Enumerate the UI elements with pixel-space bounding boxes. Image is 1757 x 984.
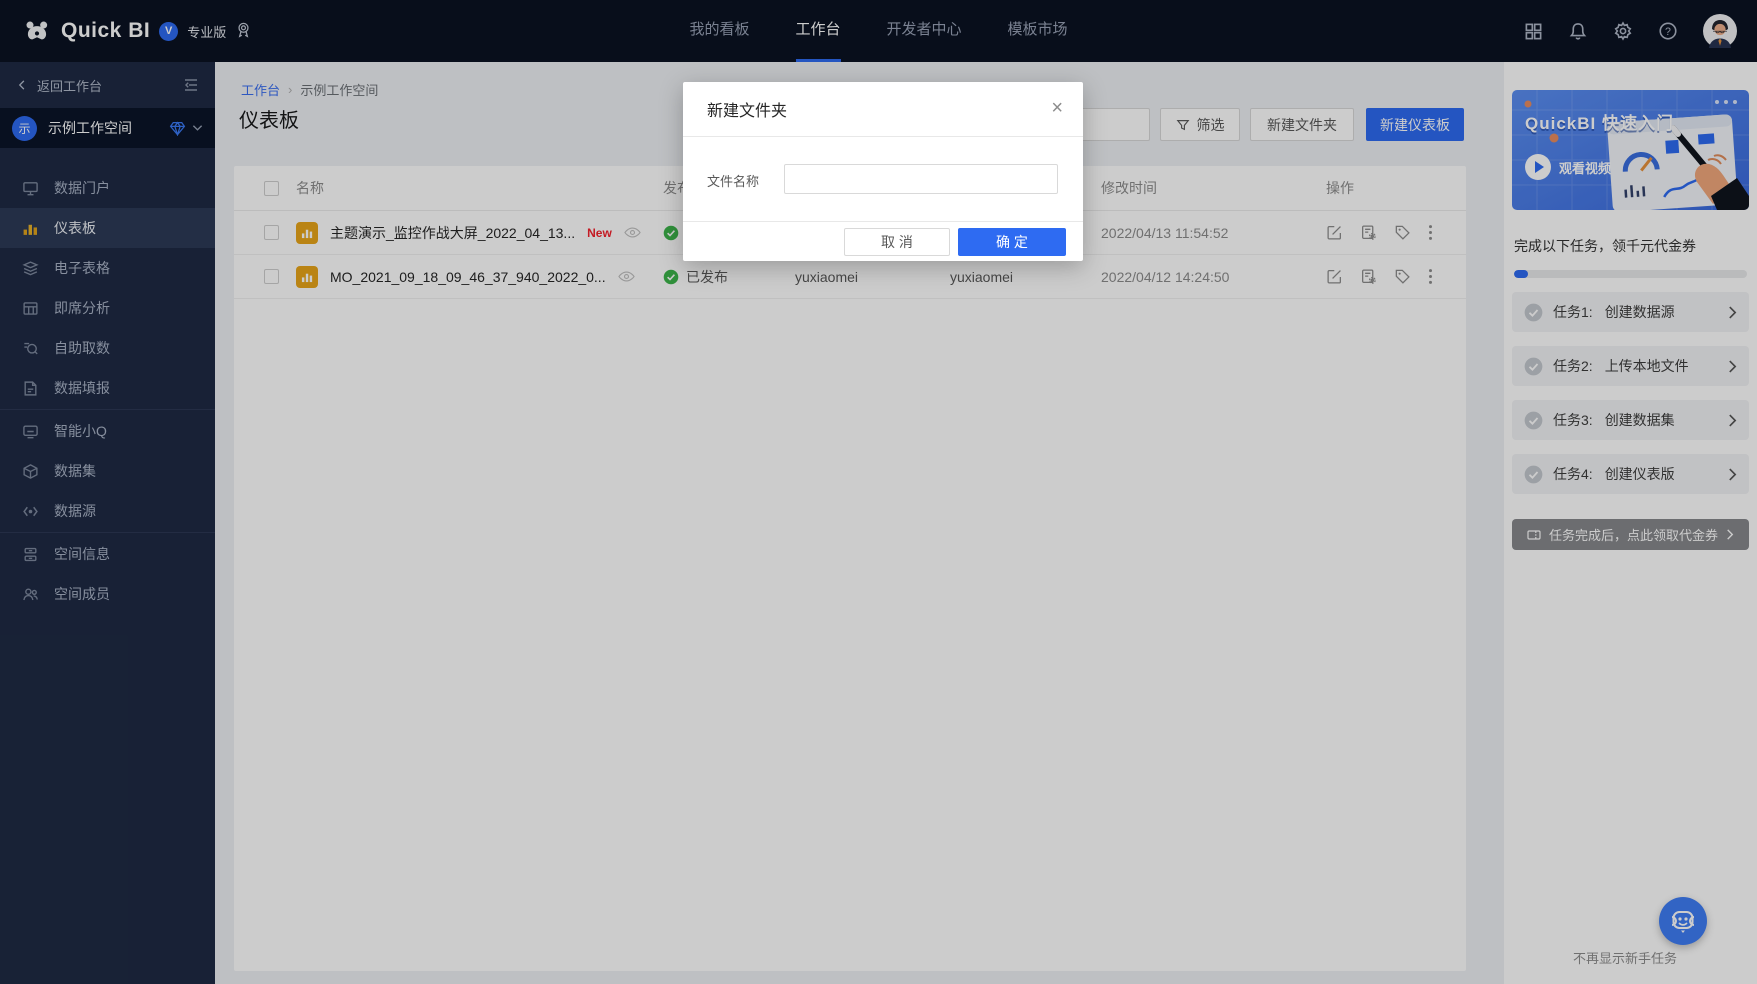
- modal-title: 新建文件夹: [707, 97, 787, 121]
- modal-body: 文件名称: [683, 137, 1083, 221]
- confirm-button[interactable]: 确 定: [958, 228, 1066, 256]
- folder-name-label: 文件名称: [707, 171, 759, 190]
- modal-footer: 取 消 确 定: [683, 221, 1083, 261]
- cancel-button[interactable]: 取 消: [844, 228, 950, 256]
- close-icon[interactable]: ×: [1047, 94, 1067, 122]
- modal-header: 新建文件夹: [683, 82, 1083, 137]
- new-folder-modal: 新建文件夹 × 文件名称 取 消 确 定: [683, 82, 1083, 261]
- folder-name-input[interactable]: [784, 164, 1058, 194]
